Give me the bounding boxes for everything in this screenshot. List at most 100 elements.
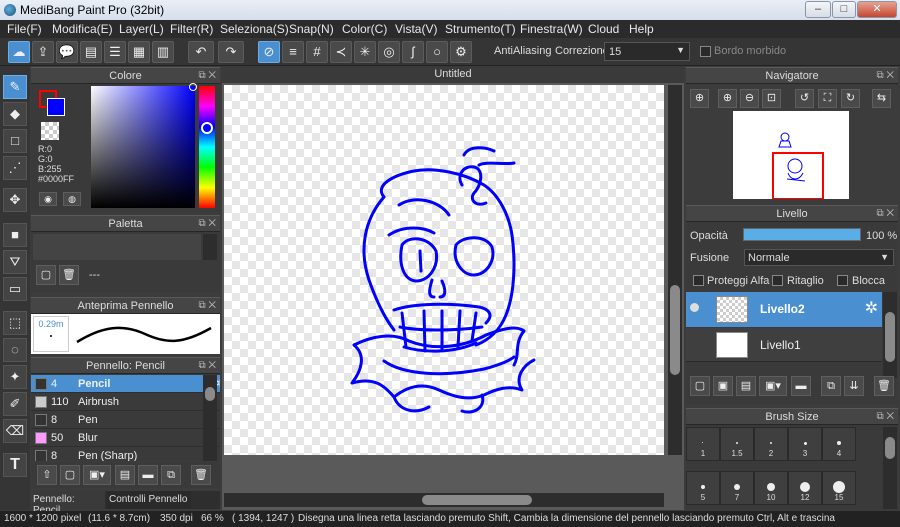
rotate-left-icon[interactable]: ↺ xyxy=(795,89,814,108)
eraser-tool-icon[interactable]: ◆ xyxy=(3,102,27,126)
duplicate-icon[interactable]: ⧉ xyxy=(161,465,181,485)
dot-tool-icon[interactable]: ⋰ xyxy=(3,156,27,180)
panels-icon[interactable]: ▥ xyxy=(152,41,174,63)
undo-icon[interactable]: ↶ xyxy=(188,41,214,63)
menu-color[interactable]: Color(C) xyxy=(342,22,387,36)
correction-select[interactable]: 15 ▼ xyxy=(604,42,690,61)
palette-scrollbar[interactable] xyxy=(203,234,217,260)
folder-icon[interactable]: ▬ xyxy=(138,465,158,485)
panel-popout-icon[interactable]: ⧉ ✕ xyxy=(198,358,216,374)
delete-layer-icon[interactable]: 🗑 xyxy=(874,376,894,396)
magic-wand-tool-icon[interactable]: ✦ xyxy=(3,365,27,389)
speech-icon[interactable]: ▤ xyxy=(80,41,102,63)
zoom-fit-icon[interactable]: ⊕ xyxy=(690,89,709,108)
brush-size-15[interactable]: 15 xyxy=(822,471,856,505)
panel-popout-icon[interactable]: ⧉ ✕ xyxy=(876,409,894,425)
opacity-slider[interactable] xyxy=(743,228,861,241)
text-tool-icon[interactable]: T xyxy=(3,453,27,477)
brush-size-10[interactable]: 10 xyxy=(754,471,788,505)
curve-snap-icon[interactable]: ʃ xyxy=(402,41,424,63)
panel-popout-icon[interactable]: ⧉ ✕ xyxy=(876,206,894,222)
canvas-horizontal-scrollbar[interactable] xyxy=(224,493,664,507)
brush-add-menu-icon[interactable]: ▣▾ xyxy=(83,465,111,485)
palette-item[interactable]: --- xyxy=(89,269,100,281)
transparent-swatch[interactable] xyxy=(41,122,59,140)
select-pen-tool-icon[interactable]: ✐ xyxy=(3,392,27,416)
bucket-tool-icon[interactable]: ⛛ xyxy=(3,250,27,274)
lasso-tool-icon[interactable]: ◌ xyxy=(3,338,27,362)
drawing-canvas[interactable] xyxy=(224,85,664,455)
brush-size-2[interactable]: 2 xyxy=(754,427,788,461)
protect-alpha-checkbox[interactable] xyxy=(693,275,704,286)
color-picker-icon[interactable]: ◉ xyxy=(39,192,57,206)
panel-popout-icon[interactable]: ⧉ ✕ xyxy=(198,68,216,84)
hue-slider[interactable] xyxy=(199,86,215,208)
menu-edit[interactable]: Modifica(E) xyxy=(52,22,113,36)
eye-icon[interactable] xyxy=(690,303,699,312)
navigator-preview[interactable] xyxy=(733,111,849,200)
brush-row-airbrush[interactable]: 110 Airbrush xyxy=(31,393,220,411)
scroll-thumb[interactable] xyxy=(205,387,215,401)
color-cursor[interactable] xyxy=(189,83,197,91)
new-palette-icon[interactable]: ▢ xyxy=(36,265,56,285)
perspective-snap-icon[interactable]: ≺ xyxy=(330,41,352,63)
brush-copy-icon[interactable]: ▤ xyxy=(115,465,135,485)
flip-icon[interactable]: ⇆ xyxy=(872,89,891,108)
menu-cloud[interactable]: Cloud xyxy=(588,22,619,36)
fill-rect-tool-icon[interactable]: ■ xyxy=(3,223,27,247)
canvas-vertical-scrollbar[interactable] xyxy=(668,85,682,455)
soft-edge-checkbox[interactable] xyxy=(700,46,711,57)
select-eraser-tool-icon[interactable]: ⌫ xyxy=(3,419,27,443)
panel-popout-icon[interactable]: ⧉ ✕ xyxy=(198,298,216,314)
brush-row-pen-sharp[interactable]: 8 Pen (Sharp) xyxy=(31,447,220,461)
tab-brush[interactable]: Pennello: Pencil xyxy=(31,491,105,516)
zoom-in-icon[interactable]: ⊕ xyxy=(718,89,737,108)
new-layer-alt-icon[interactable]: ▣ xyxy=(713,376,733,396)
menu-tool[interactable]: Strumento(T) xyxy=(445,22,516,36)
layer-folder-icon[interactable]: ▬ xyxy=(791,376,811,396)
lock-checkbox[interactable] xyxy=(837,275,848,286)
new-layer-1bit-icon[interactable]: ▤ xyxy=(736,376,756,396)
menu-select[interactable]: Seleziona(S) xyxy=(220,22,289,36)
canvas-tab[interactable]: Untitled xyxy=(222,66,684,83)
new-layer-icon[interactable]: ▢ xyxy=(690,376,710,396)
cloud-icon[interactable]: ☁ xyxy=(8,41,30,63)
brush-cloud-icon[interactable]: ⇧ xyxy=(37,465,57,485)
brush-row-pencil[interactable]: 4 Pencil ✲ xyxy=(31,375,220,393)
brush-row-pen[interactable]: 8 Pen xyxy=(31,411,220,429)
panel-popout-icon[interactable]: ⧉ ✕ xyxy=(198,216,216,232)
brush-scrollbar[interactable] xyxy=(203,375,217,461)
delete-palette-icon[interactable]: 🗑 xyxy=(59,265,79,285)
grid-snap-icon[interactable]: # xyxy=(306,41,328,63)
duplicate-layer-icon[interactable]: ⧉ xyxy=(821,376,841,396)
tab-brush-controls[interactable]: Controlli Pennello xyxy=(107,491,191,509)
parallel-snap-icon[interactable]: ≡ xyxy=(282,41,304,63)
comment-icon[interactable]: 💬 xyxy=(56,41,78,63)
share-icon[interactable]: ⇪ xyxy=(32,41,54,63)
radial-snap-icon[interactable]: ✳ xyxy=(354,41,376,63)
menu-file[interactable]: File(F) xyxy=(7,22,42,36)
panel-popout-icon[interactable]: ⧉ ✕ xyxy=(876,68,894,84)
fit-window-icon[interactable]: ⛶ xyxy=(818,89,837,108)
settings-icon[interactable]: ⚙ xyxy=(450,41,472,63)
maximize-button[interactable]: □ xyxy=(832,1,856,18)
move-tool-icon[interactable]: ✥ xyxy=(3,188,27,212)
minimize-button[interactable]: – xyxy=(805,1,831,18)
menu-filter[interactable]: Filter(R) xyxy=(170,22,213,36)
redo-icon[interactable]: ↷ xyxy=(218,41,244,63)
rotate-right-icon[interactable]: ↻ xyxy=(841,89,860,108)
grid-icon[interactable]: ▦ xyxy=(128,41,150,63)
gear-icon[interactable]: ✲ xyxy=(865,298,878,318)
layer-row-livello1[interactable]: Livello1 xyxy=(686,328,882,362)
circle-snap-icon[interactable]: ○ xyxy=(426,41,448,63)
layers-icon[interactable]: ☰ xyxy=(104,41,126,63)
scroll-thumb[interactable] xyxy=(670,285,680,375)
menu-help[interactable]: Help xyxy=(629,22,654,36)
menu-layer[interactable]: Layer(L) xyxy=(119,22,164,36)
brush-tool-icon[interactable]: ✎ xyxy=(3,75,27,99)
hue-cursor[interactable] xyxy=(201,122,213,134)
delete-brush-icon[interactable]: 🗑 xyxy=(191,465,211,485)
brush-size-scrollbar[interactable] xyxy=(883,427,897,509)
brush-size-5[interactable]: 5 xyxy=(686,471,720,505)
new-brush-icon[interactable]: ▢ xyxy=(60,465,80,485)
